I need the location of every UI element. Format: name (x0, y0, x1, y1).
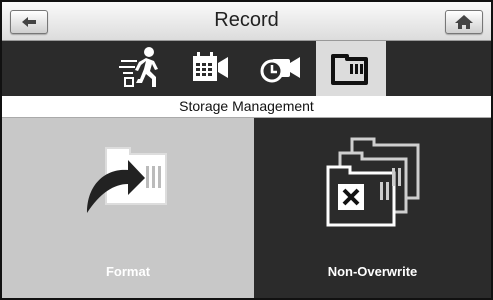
non-overwrite-label: Non-Overwrite (327, 264, 418, 279)
sd-card-icon (331, 54, 368, 85)
tab-motion-record[interactable] (106, 41, 176, 96)
home-button[interactable] (445, 10, 483, 34)
sd-card-format-icon (87, 147, 167, 213)
clock-camera-icon (260, 57, 300, 83)
section-title: Storage Management (2, 96, 491, 118)
home-icon (455, 15, 473, 29)
non-overwrite-option[interactable]: Non-Overwrite (254, 118, 491, 298)
page-title: Record (214, 9, 279, 31)
calendar-camera-icon (193, 52, 228, 81)
tab-storage[interactable] (316, 41, 386, 96)
tab-scheduled-record[interactable] (176, 41, 246, 96)
format-label: Format (105, 264, 151, 279)
tab-timed-record[interactable] (246, 41, 316, 96)
app-window: Record Storage Management Format Non-Ove… (0, 0, 493, 300)
title-bar: Record (2, 2, 491, 41)
running-person-icon (119, 47, 158, 87)
format-option[interactable]: Format (2, 118, 254, 298)
tab-bar (2, 41, 491, 96)
sd-card-no-overwrite-icon (326, 137, 420, 227)
